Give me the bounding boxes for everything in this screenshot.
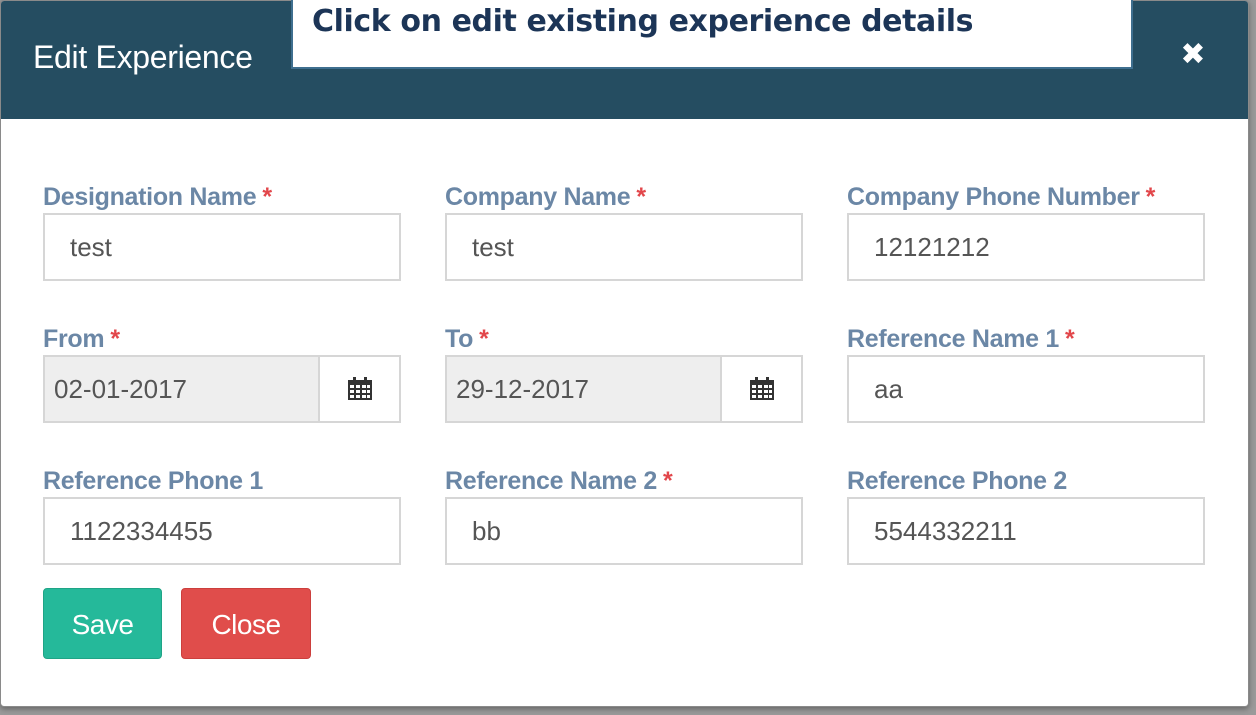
reference-phone-1-label: Reference Phone 1 [43, 467, 263, 495]
required-marker: * [1145, 183, 1156, 211]
company-name-label: Company Name * [445, 183, 646, 211]
reference-name-1-input[interactable]: aa [847, 355, 1205, 423]
to-date-input[interactable]: 29-12-2017 [445, 355, 722, 423]
save-button[interactable]: Save [43, 588, 162, 659]
close-icon[interactable]: ✖ [1179, 37, 1207, 73]
required-marker: * [479, 325, 489, 353]
required-marker: * [262, 183, 272, 211]
designation-name-label: Designation Name * [43, 183, 272, 211]
calendar-icon [347, 377, 372, 400]
from-date-label: From * [43, 325, 120, 353]
reference-phone-1-input[interactable]: 1122334455 [43, 497, 401, 565]
modal-title: Edit Experience [33, 39, 253, 75]
required-marker: * [663, 467, 673, 495]
close-button[interactable]: Close [181, 588, 311, 659]
calendar-icon [749, 377, 774, 400]
company-name-input[interactable]: test [445, 213, 803, 281]
company-phone-label: Company Phone Number * [847, 183, 1156, 211]
company-phone-input[interactable]: 12121212 [847, 213, 1205, 281]
reference-phone-2-label: Reference Phone 2 [847, 467, 1067, 495]
reference-name-2-input[interactable]: bb [445, 497, 803, 565]
instruction-text: Click on edit existing experience detail… [312, 4, 974, 39]
reference-name-1-label: Reference Name 1 * [847, 325, 1075, 353]
from-date-input[interactable]: 02-01-2017 [43, 355, 320, 423]
required-marker: * [1065, 325, 1075, 353]
designation-name-input[interactable]: test [43, 213, 401, 281]
to-date-picker-button[interactable] [720, 355, 803, 423]
reference-phone-2-input[interactable]: 5544332211 [847, 497, 1205, 565]
edit-experience-modal: Edit Experience ✖ Designation Name * test… [0, 0, 1249, 707]
from-date-picker-button[interactable] [318, 355, 401, 423]
required-marker: * [636, 183, 646, 211]
to-date-label: To * [445, 325, 489, 353]
instruction-callout: Click on edit existing experience detail… [291, 0, 1133, 69]
required-marker: * [110, 325, 120, 353]
reference-name-2-label: Reference Name 2 * [445, 467, 673, 495]
